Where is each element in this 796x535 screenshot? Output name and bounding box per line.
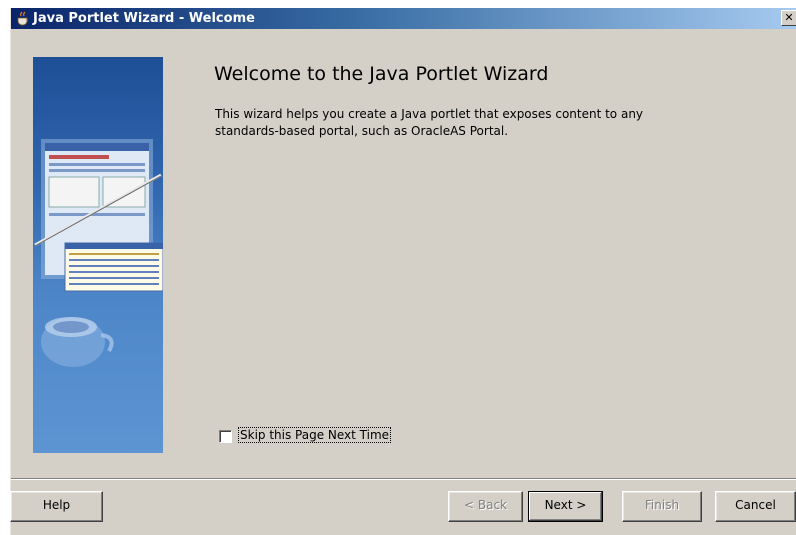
close-icon: ✕: [784, 11, 794, 24]
next-button[interactable]: Next >: [528, 491, 603, 522]
back-button[interactable]: < Back: [448, 491, 523, 522]
window-title: Java Portlet Wizard - Welcome: [33, 11, 255, 26]
close-button[interactable]: ✕: [781, 10, 796, 26]
finish-button[interactable]: Finish: [622, 491, 702, 522]
button-separator: [11, 478, 796, 480]
java-cup-icon: [17, 11, 29, 26]
wizard-dialog: Java Portlet Wizard - Welcome ✕ Welcome …: [10, 8, 796, 535]
title-bar[interactable]: Java Portlet Wizard - Welcome ✕: [11, 8, 796, 29]
page-title: Welcome to the Java Portlet Wizard: [214, 63, 549, 85]
cancel-button[interactable]: Cancel: [715, 491, 796, 522]
skip-page-checkbox[interactable]: [219, 430, 232, 443]
banner-illustration: [34, 139, 163, 367]
wizard-banner-image: [33, 57, 163, 453]
skip-page-label[interactable]: Skip this Page Next Time: [237, 427, 392, 443]
help-button[interactable]: Help: [10, 491, 103, 522]
page-description: This wizard helps you create a Java port…: [215, 107, 644, 138]
